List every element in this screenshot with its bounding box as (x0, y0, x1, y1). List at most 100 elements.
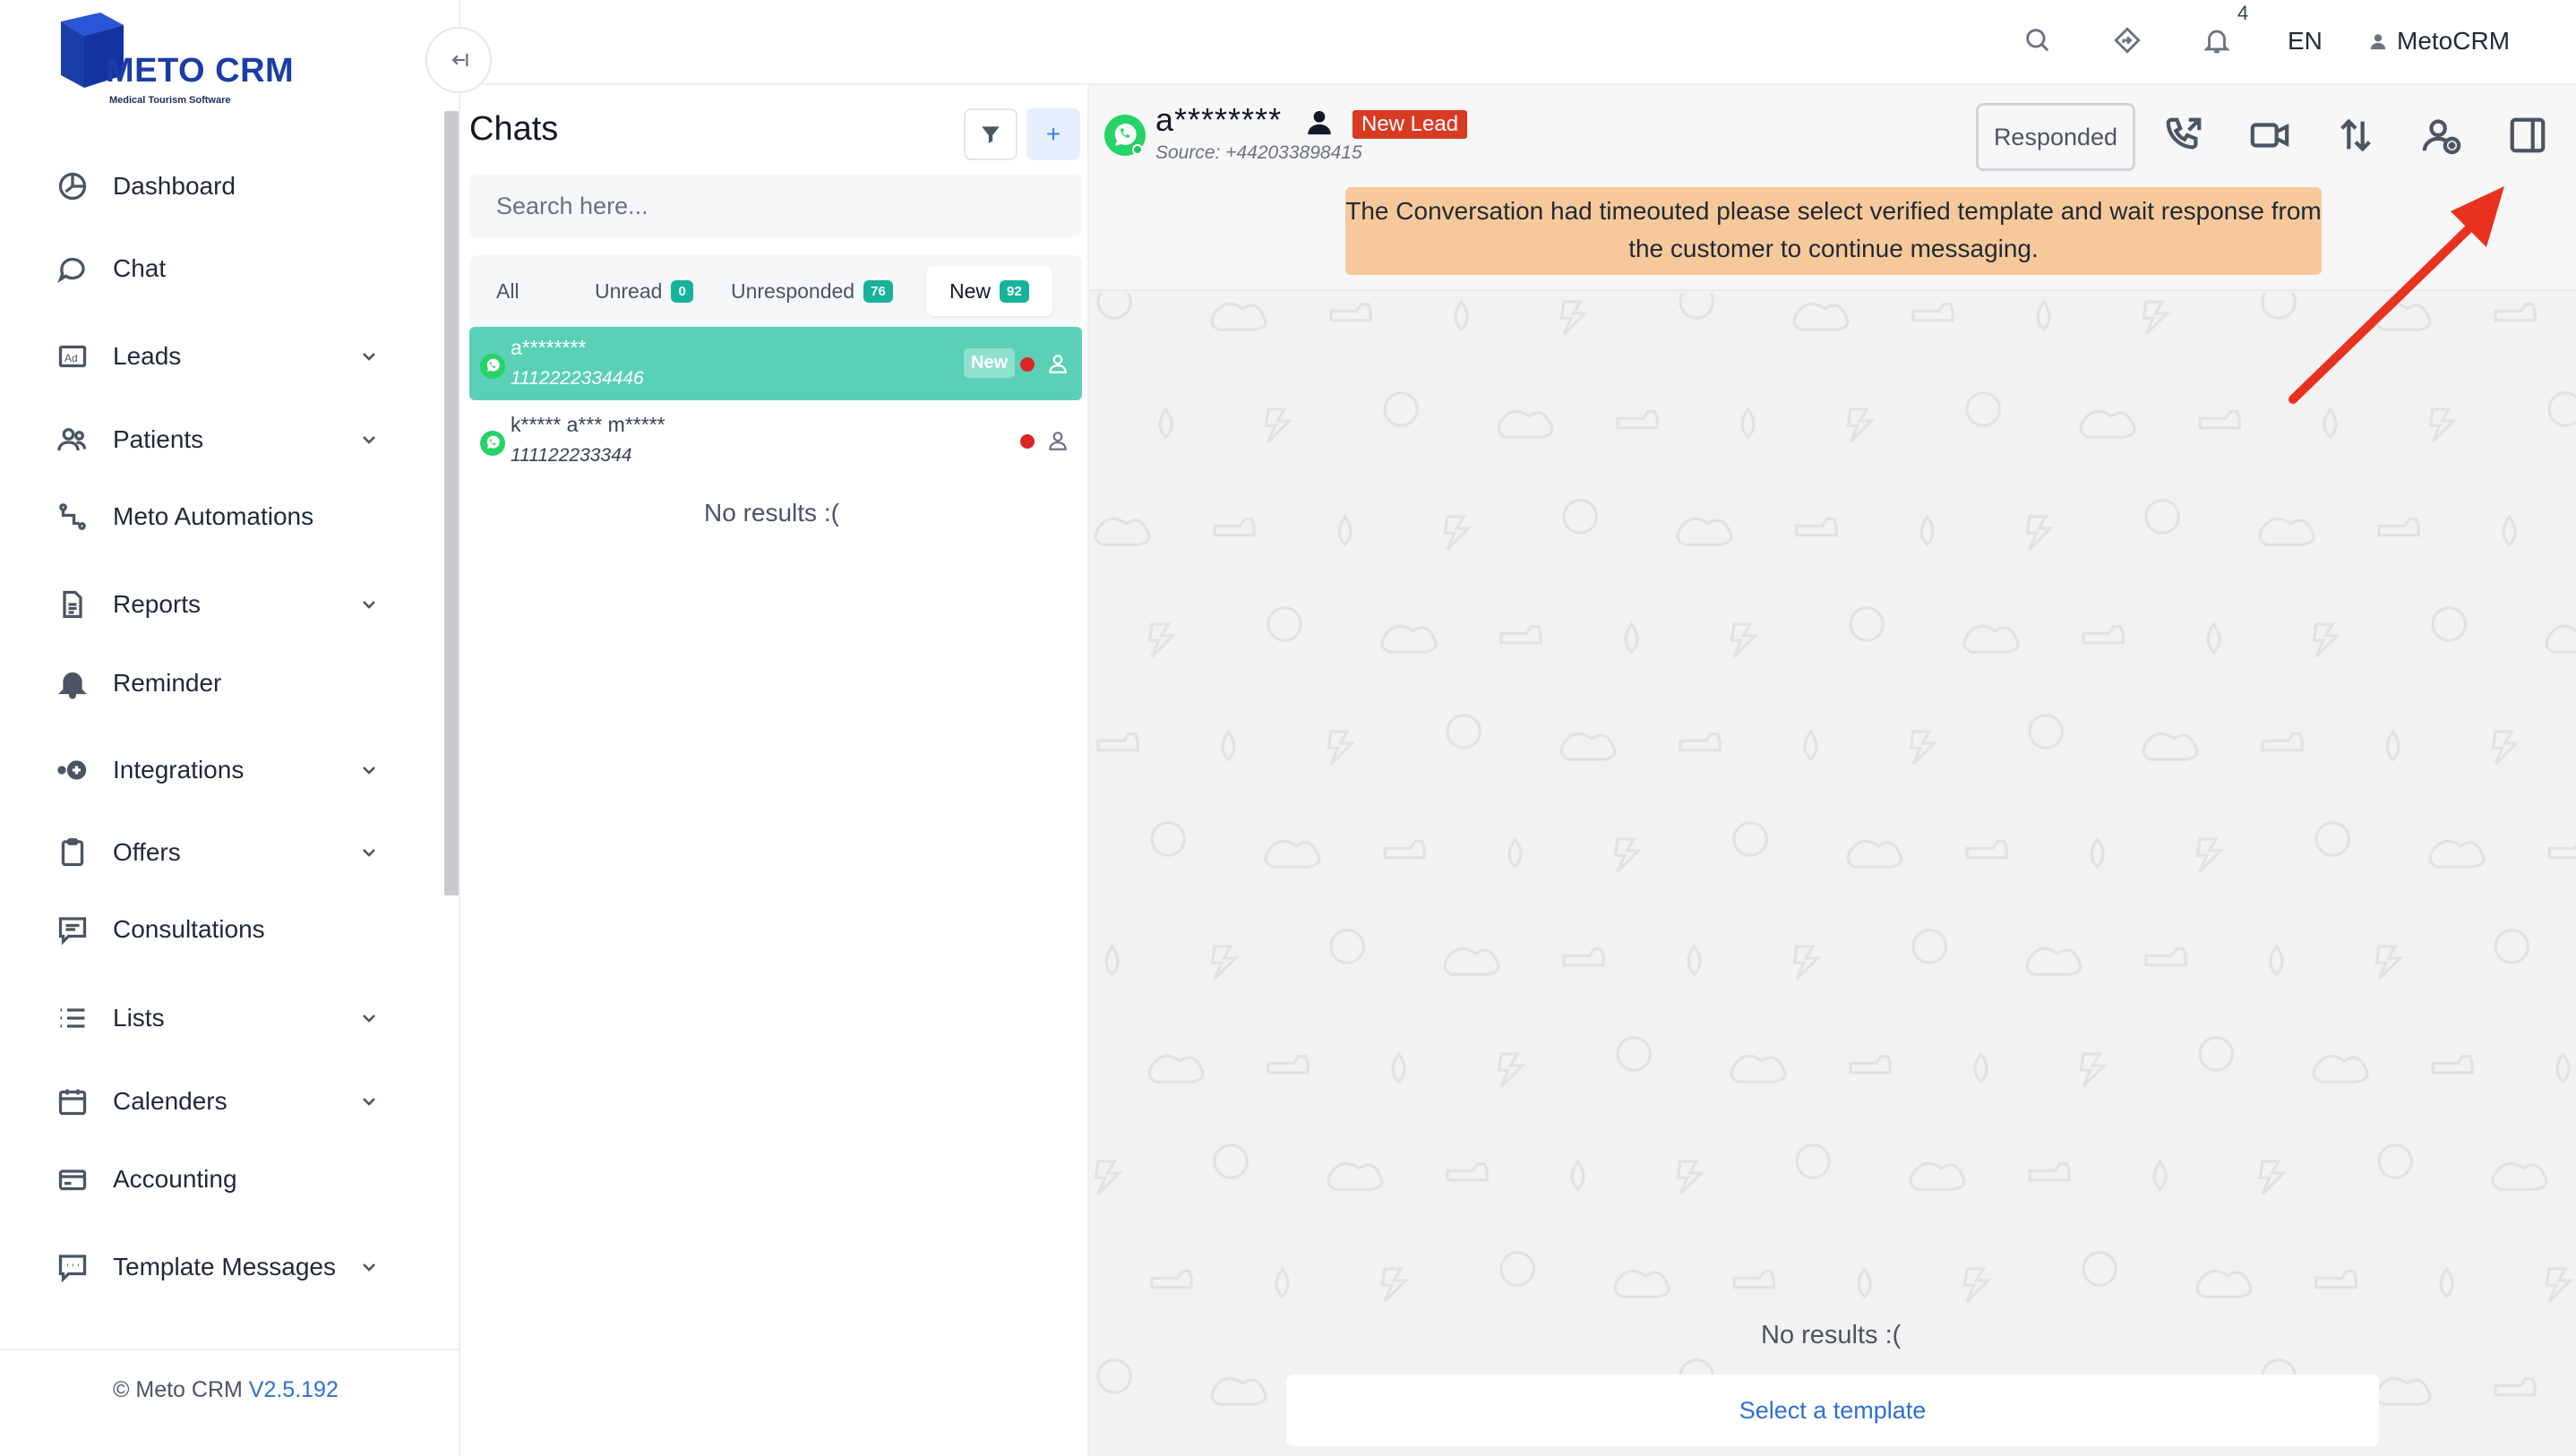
chevron-down-icon (358, 594, 380, 615)
chat-search-input[interactable] (469, 175, 1082, 237)
doodle-mark (1096, 1358, 1133, 1394)
notification-bell-icon[interactable] (2202, 25, 2234, 57)
sidebar-item-reports[interactable]: Reports (0, 578, 430, 631)
doodle-mark (1792, 945, 1822, 981)
tab-unresponded[interactable]: Unresponded 76 (731, 266, 893, 316)
responded-button[interactable]: Responded (1976, 103, 2135, 171)
chat-list-panel: Chats + All Unread0 Unresponded76 New92 … (460, 85, 1089, 1456)
tab-unread[interactable]: Unread 0 (595, 266, 693, 316)
doodle-mark (1624, 621, 1639, 655)
sidebar-item-accounting[interactable]: Accounting (0, 1152, 430, 1206)
doodle-mark (1792, 302, 1850, 331)
doodle-mark (2547, 844, 2576, 860)
sidebar-item-label: Accounting (113, 1165, 237, 1193)
doodle-mark (1210, 302, 1267, 331)
sidebar-item-dashboard[interactable]: Dashboard (0, 159, 430, 213)
search-icon[interactable] (2022, 25, 2055, 57)
sidebar-item-patients[interactable]: Patients (0, 413, 430, 467)
transfer-icon[interactable] (2332, 112, 2379, 158)
person-icon[interactable] (1046, 429, 1069, 452)
language-selector[interactable]: EN (2288, 27, 2323, 56)
doodle-mark (1730, 622, 1759, 658)
dashboard-icon (56, 169, 90, 203)
user-menu[interactable]: MetoCRM (2368, 27, 2510, 56)
chat-icon (56, 252, 90, 286)
tab-label: Unresponded (731, 278, 855, 303)
select-template-button[interactable]: Select a template (1286, 1375, 2379, 1446)
doodle-mark (1613, 837, 1643, 873)
doodle-mark (1380, 1267, 1410, 1303)
card-icon (56, 1162, 90, 1196)
doodle-mark (1221, 729, 1236, 762)
sidebar-item-lists[interactable]: Lists (0, 991, 430, 1045)
chat-list-item[interactable]: k***** a*** m***** 111122233344 (469, 404, 1082, 477)
tab-label: Unread (595, 278, 663, 303)
doodle-mark (2025, 946, 2082, 976)
person-icon[interactable] (1304, 107, 1335, 137)
doodle-mark (1337, 514, 1352, 547)
users-icon (56, 423, 90, 457)
footer-prefix: © Meto CRM (113, 1377, 249, 1402)
doodle-mark (2494, 929, 2530, 964)
user-name: MetoCRM (2397, 27, 2511, 55)
sidebar-scrollbar[interactable] (444, 111, 459, 895)
collapse-sidebar-button[interactable] (425, 27, 492, 93)
timeout-warning-banner: The Conversation had timeouted please se… (1345, 187, 2322, 275)
brand-logo[interactable]: METO CRM Medical Tourism Software (45, 13, 313, 106)
sidebar-item-offers[interactable]: Offers (0, 826, 430, 879)
doodle-mark (2374, 945, 2404, 981)
doodle-mark (1391, 1051, 1406, 1084)
doodle-mark (1562, 499, 1599, 535)
doodle-mark (1443, 515, 1473, 551)
doodle-mark (1213, 517, 1256, 537)
directions-icon[interactable] (2112, 25, 2144, 57)
doodle-mark (2079, 409, 2136, 439)
person-icon[interactable] (1046, 352, 1069, 375)
sidebar-item-reminder[interactable]: Reminder (0, 656, 430, 710)
sidebar-item-label: Reminder (113, 669, 222, 697)
list-icon (56, 1001, 90, 1035)
doodle-mark (2144, 499, 2181, 535)
toggle-sidebar-icon[interactable] (2504, 112, 2551, 158)
plus-icon: + (1045, 120, 1061, 148)
sidebar-item-calenders[interactable]: Calenders (0, 1075, 430, 1128)
doodle-mark (2431, 606, 2468, 642)
filter-icon (982, 126, 1000, 143)
tab-all[interactable]: All (496, 266, 519, 316)
conversation-empty-text: No results :( (1761, 1321, 1902, 1349)
phone-forward-icon[interactable] (2160, 112, 2207, 158)
doodle-mark (1846, 407, 1876, 443)
sidebar: METO CRM Medical Tourism Software Dashbo… (0, 0, 460, 1456)
message-icon (56, 912, 90, 946)
tab-new[interactable]: New 92 (926, 266, 1052, 316)
add-chat-button[interactable]: + (1026, 108, 1080, 160)
chat-list-item[interactable]: a******** 1112222334446 New (469, 327, 1082, 400)
doodle-mark (2144, 946, 2187, 967)
chats-title: Chats (469, 110, 559, 148)
doodle-mark (1497, 1052, 1526, 1088)
add-user-icon[interactable] (2418, 112, 2465, 158)
doodle-mark (2269, 944, 2284, 977)
annotation-arrow-icon (2288, 186, 2504, 404)
chat-background-pattern (1089, 293, 2576, 1456)
doodle-mark (2028, 1161, 2071, 1182)
svg-text:Ad: Ad (64, 352, 78, 364)
footer-version-link[interactable]: V2.5.192 (249, 1377, 339, 1402)
doodle-mark (2374, 1376, 2432, 1406)
sidebar-item-chat[interactable]: Chat (0, 242, 430, 295)
doodle-mark (1443, 946, 1500, 976)
sidebar-item-template-messages[interactable]: Template Messages (0, 1240, 430, 1294)
doodle-mark (2195, 837, 2225, 873)
sidebar-item-meto-automations[interactable]: Meto Automations (0, 490, 430, 544)
filter-button[interactable] (964, 108, 1018, 160)
doodle-mark (1329, 302, 1372, 322)
sidebar-item-integrations[interactable]: Integrations (0, 743, 430, 797)
doodle-mark (1909, 1161, 1966, 1191)
sidebar-item-leads[interactable]: Ad Leads (0, 330, 430, 383)
doodle-mark (2142, 732, 2199, 761)
doodle-mark (1730, 1054, 1787, 1083)
doodle-mark (1264, 407, 1293, 443)
sidebar-item-label: Template Messages (113, 1253, 337, 1280)
video-call-icon[interactable] (2246, 112, 2293, 158)
sidebar-item-consultations[interactable]: Consultations (0, 903, 430, 956)
